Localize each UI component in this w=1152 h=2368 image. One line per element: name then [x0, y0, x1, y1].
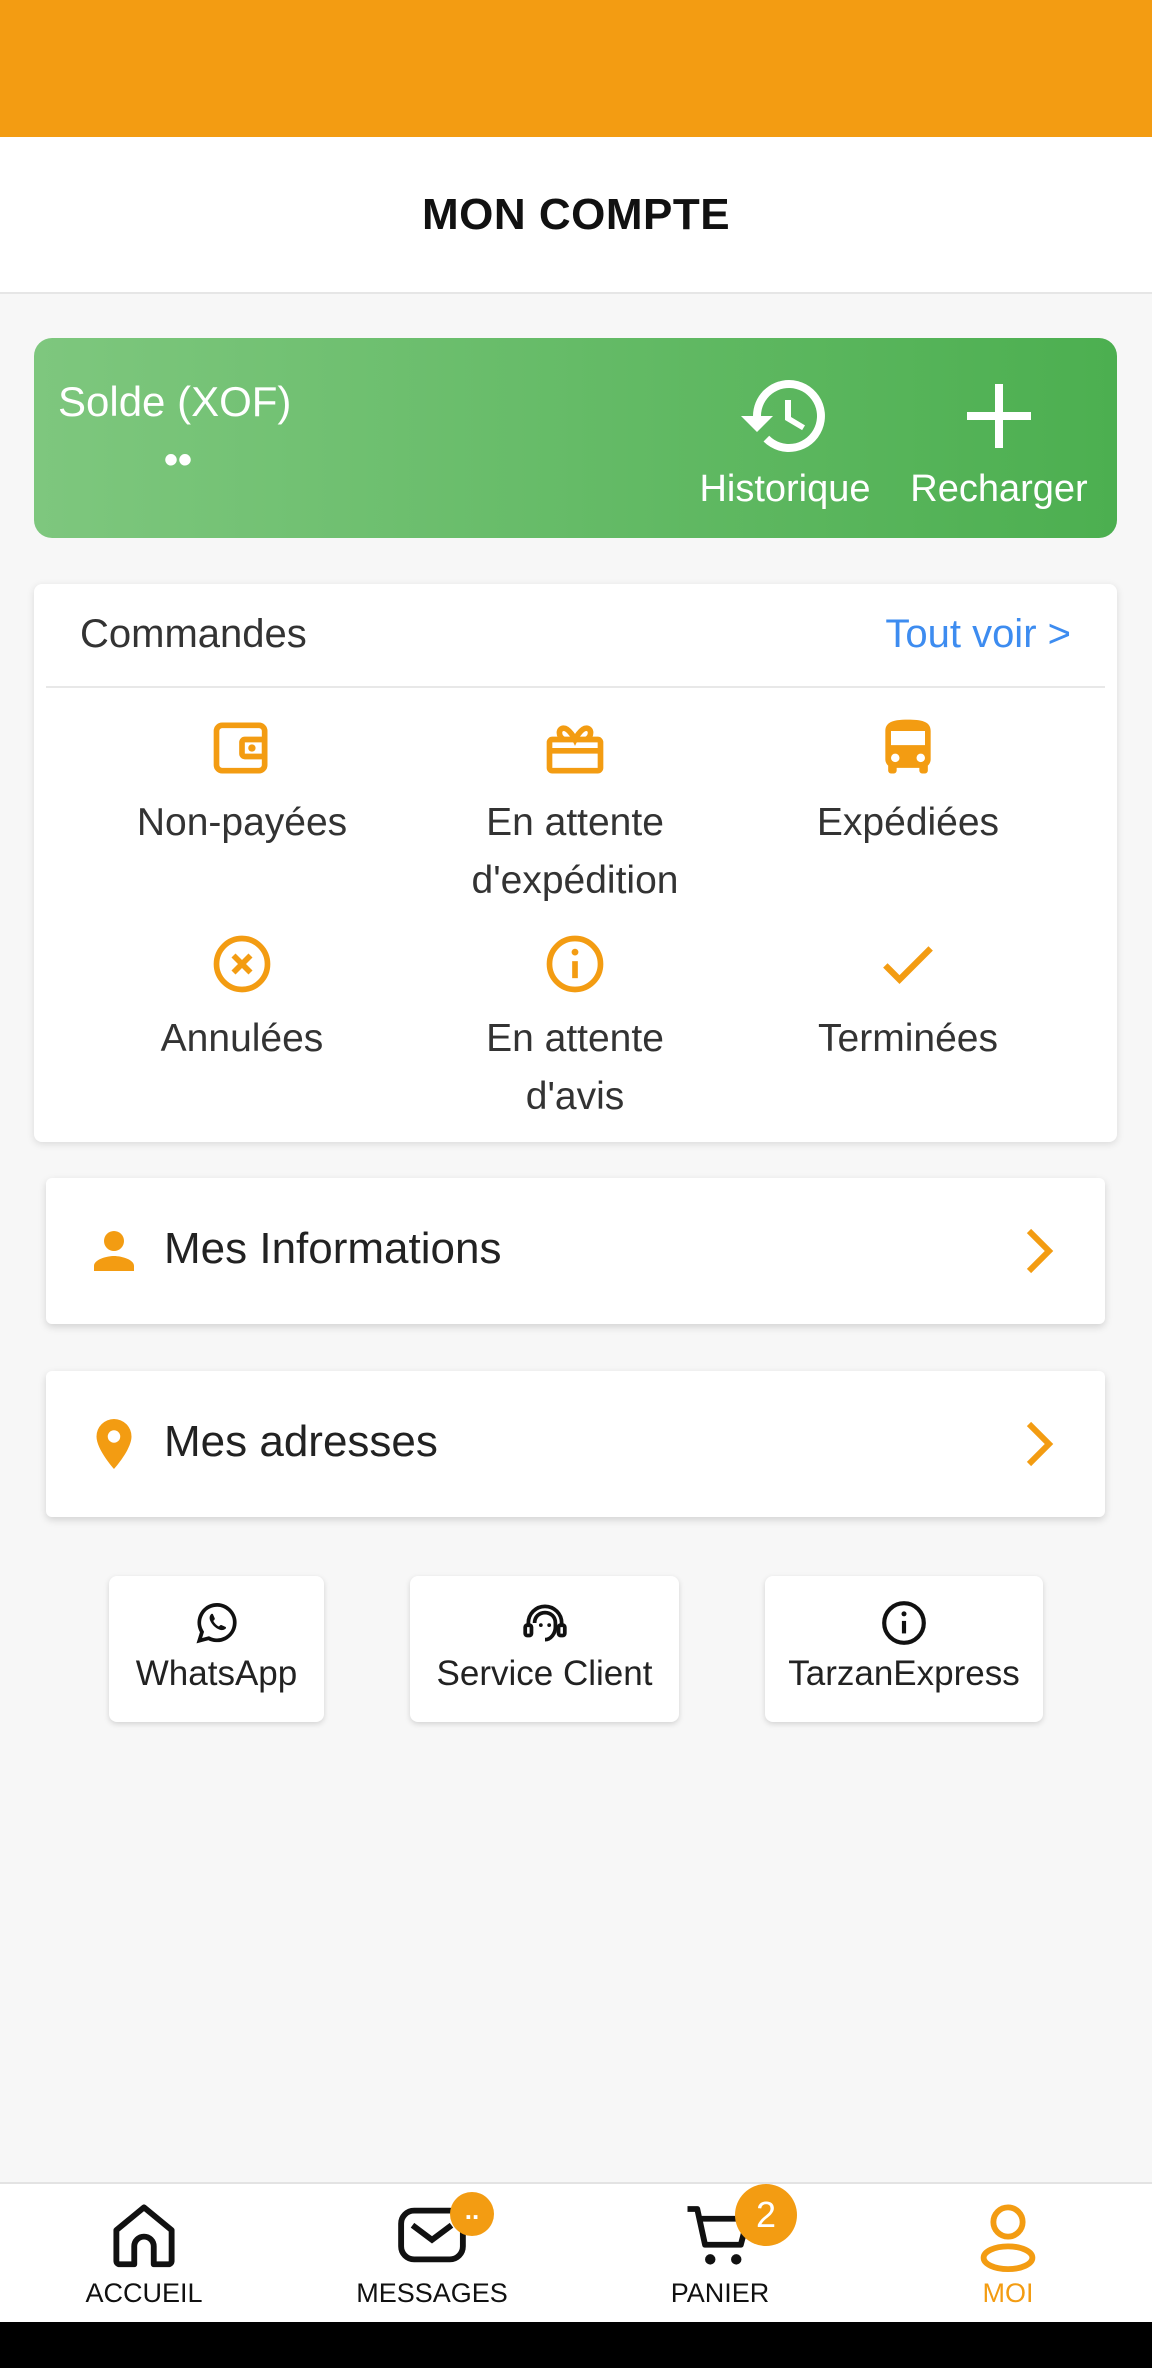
see-all-link[interactable]: Tout voir >	[885, 612, 1071, 657]
service-client-label: Service Client	[436, 1654, 653, 1693]
user-icon	[980, 2204, 1036, 2273]
nav-me[interactable]: MOI	[864, 2184, 1152, 2324]
nav-cart[interactable]: 2 PANIER	[576, 2184, 864, 2324]
nav-home-label: ACCUEIL	[85, 2278, 203, 2308]
plus-icon	[967, 384, 1031, 448]
check-icon	[883, 946, 933, 984]
order-label: Non-payées	[136, 801, 348, 844]
home-icon	[113, 2204, 175, 2268]
order-unpaid[interactable]: Non-payées	[77, 714, 407, 852]
wallet-icon	[213, 722, 268, 774]
balance-label: Solde (XOF)	[58, 378, 292, 425]
my-information-label: Mes Informations	[164, 1224, 502, 1273]
tarzanexpress-label: TarzanExpress	[788, 1654, 1020, 1693]
chevron-right-icon	[1026, 1421, 1054, 1467]
order-label: Terminées	[818, 1017, 998, 1060]
order-label: En attente	[486, 801, 664, 844]
order-label: Expédiées	[816, 801, 1000, 844]
cancel-circle-icon	[213, 935, 271, 993]
history-icon	[741, 380, 825, 452]
order-pending-review[interactable]: En attente d'avis	[410, 930, 740, 1126]
nav-cart-label: PANIER	[670, 2278, 770, 2308]
tarzanexpress-button[interactable]: TarzanExpress	[765, 1576, 1043, 1722]
divider	[46, 686, 1105, 688]
order-completed[interactable]: Terminées	[743, 930, 1073, 1068]
order-pending-shipment[interactable]: En attente d'expédition	[410, 714, 740, 910]
order-label: En attente	[486, 1017, 664, 1060]
gift-box-icon	[546, 725, 604, 774]
chevron-right-icon	[1026, 1228, 1054, 1274]
orders-title: Commandes	[80, 612, 307, 656]
headset-icon	[522, 1604, 567, 1642]
whatsapp-button[interactable]: WhatsApp	[109, 1576, 324, 1722]
order-label: Annulées	[160, 1017, 324, 1060]
my-information-row[interactable]: Mes Informations	[46, 1178, 1105, 1324]
history-label: Historique	[699, 468, 871, 510]
nav-me-label: MOI	[982, 2278, 1034, 2308]
bus-icon	[885, 719, 931, 774]
order-label-line2: d'avis	[525, 1075, 625, 1118]
my-addresses-label: Mes adresses	[164, 1417, 438, 1466]
location-pin-icon	[96, 1419, 132, 1469]
order-label-line2: d'expédition	[471, 859, 679, 902]
bottom-navigation: ACCUEIL .. MESSAGES 2 PANIER MOI	[0, 2182, 1152, 2324]
page-title: MON COMPTE	[421, 189, 731, 239]
order-shipped[interactable]: Expédiées	[743, 714, 1073, 852]
whatsapp-icon	[195, 1603, 237, 1644]
info-circle-icon	[546, 935, 604, 993]
my-addresses-row[interactable]: Mes adresses	[46, 1371, 1105, 1517]
nav-messages[interactable]: .. MESSAGES	[288, 2184, 576, 2324]
person-icon	[94, 1231, 134, 1271]
nav-messages-label: MESSAGES	[356, 2278, 508, 2308]
orders-card: Commandes Tout voir > Non-payées En atte…	[34, 584, 1117, 1142]
messages-badge: ..	[450, 2192, 494, 2236]
balance-card: Solde (XOF) •• Historique Recharger	[34, 338, 1117, 538]
page-header: MON COMPTE	[0, 137, 1152, 294]
system-navigation-bar	[0, 2322, 1152, 2368]
nav-home[interactable]: ACCUEIL	[0, 2184, 288, 2324]
recharge-button[interactable]: Recharger	[899, 368, 1099, 511]
balance-value: ••	[164, 438, 193, 482]
recharge-label: Recharger	[910, 468, 1088, 510]
history-button[interactable]: Historique	[685, 368, 885, 511]
status-bar	[0, 0, 1152, 137]
service-client-button[interactable]: Service Client	[410, 1576, 679, 1722]
order-cancelled[interactable]: Annulées	[77, 930, 407, 1068]
cart-badge: 2	[735, 2184, 797, 2246]
info-icon	[882, 1601, 926, 1645]
whatsapp-label: WhatsApp	[135, 1654, 298, 1693]
